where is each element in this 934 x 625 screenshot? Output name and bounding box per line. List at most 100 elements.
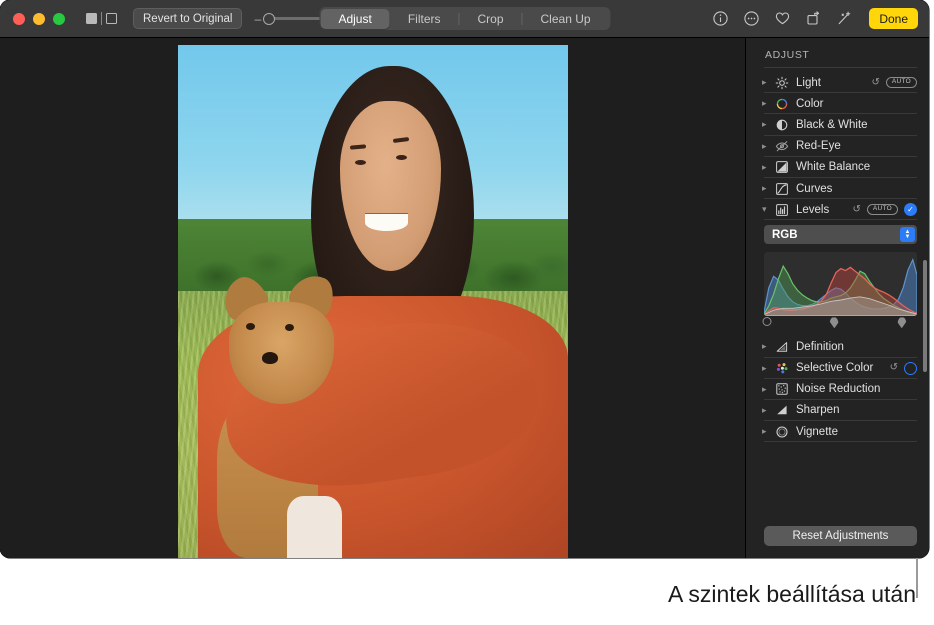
favorite-heart-icon[interactable] [774, 10, 791, 27]
levels-enabled-checkbox[interactable]: ✓ [904, 203, 917, 216]
revert-to-original-label: Revert to Original [143, 13, 232, 25]
levels-histogram-svg [764, 252, 917, 316]
chevron-right-icon[interactable]: ▸ [762, 385, 771, 394]
chevron-down-glyph: ▼ [905, 235, 911, 240]
sidebar-item-black-and-white[interactable]: ▸ Black & White [754, 114, 917, 135]
chevron-right-icon[interactable]: ▸ [762, 142, 771, 151]
chevron-right-icon[interactable]: ▸ [762, 99, 771, 108]
sidebar-item-definition[interactable]: ▸ Definition [754, 336, 917, 357]
caption-text: A szintek beállítása után [668, 581, 916, 608]
sidebar-item-label: Vignette [796, 426, 917, 438]
chevron-right-icon[interactable]: ▸ [762, 342, 771, 351]
check-glyph: ✓ [907, 206, 914, 214]
vignette-icon [775, 425, 789, 439]
sidebar-item-label: White Balance [796, 161, 917, 173]
levels-panel: RGB ▲ ▼ [746, 220, 929, 336]
levels-channel-value: RGB [772, 229, 798, 241]
tab-crop-label: Crop [477, 12, 503, 26]
filled-square-icon [86, 13, 97, 24]
done-button[interactable]: Done [869, 8, 918, 29]
chevron-right-icon[interactable]: ▸ [762, 120, 771, 129]
auto-badge[interactable]: AUTO [886, 77, 917, 88]
adjustments-list: ▸ Light ↺ AUTO ▸ [746, 72, 929, 442]
sidebar-item-noise-reduction[interactable]: ▸ Noise Reduction [754, 379, 917, 400]
maximize-window-button[interactable] [53, 13, 65, 25]
minimize-window-button[interactable] [33, 13, 45, 25]
tab-adjust[interactable]: Adjust [320, 9, 389, 29]
sidebar-item-label: Light [796, 77, 871, 89]
traffic-lights [13, 13, 65, 25]
caption-leader-line [916, 558, 918, 598]
sidebar-item-label: Definition [796, 341, 917, 353]
chevron-right-icon[interactable]: ▸ [762, 427, 771, 436]
chevron-right-icon[interactable]: ▸ [762, 184, 771, 193]
split-view-toggle[interactable] [86, 12, 117, 25]
sidebar-item-curves[interactable]: ▸ Curves [754, 178, 917, 199]
sidebar-item-light[interactable]: ▸ Light ↺ AUTO [754, 72, 917, 93]
white-point-handle[interactable] [897, 317, 906, 328]
info-icon[interactable] [712, 10, 729, 27]
adjust-sidebar: ADJUST ▸ Light ↺ AUTO ▸ [745, 38, 929, 558]
revert-icon[interactable]: ↺ [890, 363, 898, 373]
sidebar-item-label: Color [796, 98, 917, 110]
chevron-right-icon[interactable]: ▸ [762, 364, 771, 373]
sidebar-item-label: Curves [796, 183, 917, 195]
zoom-slider-knob[interactable] [263, 13, 275, 25]
sidebar-item-label: Levels [796, 204, 852, 216]
sidebar-item-selective-color[interactable]: ▸ Selective Color ↺ [754, 358, 917, 379]
sidebar-item-vignette[interactable]: ▸ Vignette [754, 421, 917, 442]
photo-canvas[interactable] [0, 38, 745, 558]
sidebar-item-label: Selective Color [796, 362, 890, 374]
sidebar-item-label: Noise Reduction [796, 383, 917, 395]
chevron-right-icon[interactable]: ▸ [762, 163, 771, 172]
outline-square-icon [106, 13, 117, 24]
half-circle-icon [775, 118, 789, 132]
toolbar-right-actions: Done [712, 8, 918, 29]
tab-clean-up[interactable]: Clean Up [523, 9, 609, 29]
black-point-handle[interactable] [763, 317, 772, 328]
color-wheel-icon [775, 97, 789, 111]
auto-badge[interactable]: AUTO [867, 204, 898, 215]
levels-histogram[interactable] [764, 252, 917, 316]
sidebar-item-white-balance[interactable]: ▸ White Balance [754, 157, 917, 178]
chevron-right-icon[interactable]: ▸ [762, 406, 771, 415]
photos-editor-window: Revert to Original – + Adjust Filters Cr… [0, 0, 929, 558]
close-window-button[interactable] [13, 13, 25, 25]
eye-slash-icon [775, 139, 789, 153]
sun-icon [775, 76, 789, 90]
sidebar-item-levels[interactable]: ▾ Levels ↺ AUTO ✓ [754, 199, 917, 220]
chevron-right-icon[interactable]: ▸ [762, 78, 771, 87]
sidebar-item-label: Sharpen [796, 404, 917, 416]
reset-adjustments-label: Reset Adjustments [793, 530, 889, 542]
revert-icon[interactable]: ↺ [852, 205, 860, 215]
revert-to-original-button[interactable]: Revert to Original [133, 8, 242, 29]
sidebar-item-red-eye[interactable]: ▸ Red-Eye [754, 136, 917, 157]
more-options-icon[interactable] [743, 10, 760, 27]
chevron-down-icon[interactable]: ▾ [762, 205, 771, 214]
done-button-label: Done [879, 12, 908, 26]
photo-white-shirt [287, 496, 342, 558]
light-controls: ↺ AUTO [871, 77, 917, 88]
tab-filters-label: Filters [408, 12, 441, 26]
sidebar-item-color[interactable]: ▸ Color [754, 93, 917, 114]
selective-color-controls: ↺ [890, 362, 917, 375]
selective-color-enabled-checkbox[interactable] [904, 362, 917, 375]
chevron-updown-icon[interactable]: ▲ ▼ [900, 227, 915, 242]
zoom-out-icon[interactable]: – [253, 13, 262, 25]
edit-mode-segmented-control: Adjust Filters Crop Clean Up [319, 7, 610, 30]
revert-icon[interactable]: ↺ [871, 78, 879, 88]
levels-icon [775, 203, 789, 217]
photo-eyebrow-left [350, 144, 366, 149]
rotate-icon[interactable] [805, 10, 822, 27]
tab-filters[interactable]: Filters [390, 9, 459, 29]
photo-smile [365, 214, 408, 230]
edited-photo[interactable] [178, 45, 568, 558]
sidebar-scrollbar[interactable] [923, 260, 927, 372]
enhance-wand-icon[interactable] [836, 10, 853, 27]
midpoint-handle[interactable] [830, 317, 839, 328]
sidebar-item-sharpen[interactable]: ▸ Sharpen [754, 400, 917, 421]
levels-channel-select[interactable]: RGB ▲ ▼ [764, 225, 917, 244]
reset-adjustments-button[interactable]: Reset Adjustments [764, 526, 917, 546]
sidebar-item-label: Red-Eye [796, 140, 917, 152]
tab-crop[interactable]: Crop [459, 9, 521, 29]
